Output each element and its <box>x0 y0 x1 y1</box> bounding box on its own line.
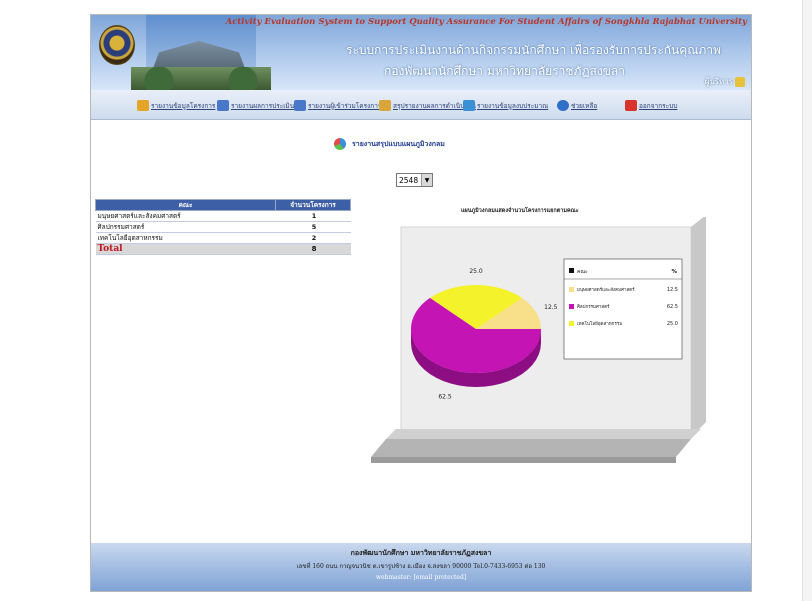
footer-address: เลขที่ 160 ถนน กาญจนวนิช ต.เขารูปช้าง อ.… <box>296 563 546 570</box>
total-label: Total <box>95 243 276 255</box>
nav-label: ช่วยเหลือ <box>571 101 598 110</box>
faculty-table: คณะ จำนวนโครงการ มนุษยศาสตร์และสังคมศาสต… <box>95 199 351 255</box>
thai-title-line1: ระบบการประเมินงานด้านกิจกรรมนักศึกษา เพื… <box>346 43 721 57</box>
project-count: 2 <box>275 232 351 244</box>
legend-value: 62.5 <box>667 304 678 310</box>
legend-label: เทคโนโลยีอุตสาหกรรม <box>577 320 622 327</box>
nav-summary-report[interactable]: สรุปรายงานผลการดำเนินงาน <box>379 98 476 113</box>
column-header-faculty: คณะ <box>95 199 276 211</box>
legend-value: 12.5 <box>667 287 678 293</box>
pie-chart-svg: 12.5 62.5 25.0 คณะ % มนุษยศาสตร์และสังคมศาสต… <box>371 215 706 463</box>
report-heading: รายงานสรุปแบบแผนภูมิวงกลม <box>334 138 445 150</box>
thai-title-line2: กองพัฒนานักศึกษา มหาวิทยาลัยราชภัฏสงขลา <box>384 64 625 78</box>
participants-icon <box>294 100 306 111</box>
chart-title: แผนภูมิวงกลมแสดงจำนวนโครงการแยกตามคณะ <box>461 208 579 214</box>
help-icon <box>557 100 569 111</box>
footer-webmaster: webmaster: [email protected] <box>375 574 467 581</box>
logout-icon <box>625 100 637 111</box>
pie-data-label: 62.5 <box>438 394 452 401</box>
report-icon <box>137 100 149 111</box>
legend-value: 25.0 <box>667 321 678 327</box>
table-header-row: คณะ จำนวนโครงการ <box>95 199 351 211</box>
chart-legend: คณะ % มนุษยศาสตร์และสังคมศาสตร์ 12.5 ศิลปกรร… <box>563 258 683 360</box>
lock-icon <box>735 76 745 87</box>
legend-swatch <box>569 287 574 292</box>
column-header-count: จำนวนโครงการ <box>275 199 351 211</box>
total-row: Total 8 <box>95 243 351 255</box>
header-banner: Activity Evaluation System to Support Qu… <box>91 15 751 90</box>
chart-platform-top <box>386 429 701 439</box>
navigation-bar: รายงานข้อมูลโครงการ รายงานผลการประเมิน ร… <box>91 90 751 120</box>
nav-participants-report[interactable]: รายงานผู้เข้าร่วมโครงการ <box>294 98 381 113</box>
legend-swatch <box>569 321 574 326</box>
page-background: Activity Evaluation System to Support Qu… <box>0 0 812 601</box>
vertical-scrollbar[interactable] <box>802 0 812 601</box>
chart-platform-edge <box>371 457 676 463</box>
evaluation-icon <box>217 100 229 111</box>
trees-image <box>131 67 271 90</box>
nav-label: รายงานผลการประเมิน <box>231 101 295 110</box>
nav-label: รายงานข้อมูลงบประมาณ <box>477 101 549 110</box>
table-row: เทคโนโลยีอุตสาหกรรม 2 <box>95 232 351 244</box>
chart-side-wall <box>691 215 706 437</box>
total-value: 8 <box>275 243 351 255</box>
legend-label: ศิลปกรรมศาสตร์ <box>577 303 610 310</box>
nav-logout[interactable]: ออกจากระบบ <box>625 98 677 113</box>
dropdown-arrow-icon[interactable]: ▼ <box>421 174 432 186</box>
report-title: รายงานสรุปแบบแผนภูมิวงกลม <box>352 139 445 148</box>
main-frame: Activity Evaluation System to Support Qu… <box>90 14 752 592</box>
faculty-name: ศิลปกรรมศาสตร์ <box>95 221 276 233</box>
year-value: 2548 <box>399 175 419 185</box>
pie-chart-area: 12.5 62.5 25.0 คณะ% มนุษยศาสตร์และสังคมศาสต… <box>366 215 706 477</box>
pie-data-label: 25.0 <box>469 268 483 275</box>
admin-indicator: ผู้บริหาร <box>705 75 745 88</box>
legend-header-percent: % <box>671 269 677 275</box>
nav-budget-report[interactable]: รายงานข้อมูลงบประมาณ <box>463 98 548 113</box>
project-count: 5 <box>275 221 351 233</box>
legend-header-swatch <box>569 268 574 273</box>
pie-data-label: 12.5 <box>544 304 558 311</box>
nav-label: รายงานข้อมูลโครงการ <box>151 101 216 110</box>
main-content: รายงานสรุปแบบแผนภูมิวงกลม 2548 ▼ คณะ จำน… <box>91 121 751 541</box>
footer: กองพัฒนานักศึกษา มหาวิทยาลัยราชภัฏสงขลา … <box>91 543 751 591</box>
nav-project-report[interactable]: รายงานข้อมูลโครงการ <box>137 98 215 113</box>
year-select[interactable]: 2548 ▼ <box>396 173 433 187</box>
table-row: ศิลปกรรมศาสตร์ 5 <box>95 221 351 233</box>
chart-platform-front <box>371 439 691 457</box>
nav-evaluation-report[interactable]: รายงานผลการประเมิน <box>217 98 294 113</box>
footer-org: กองพัฒนานักศึกษา มหาวิทยาลัยราชภัฏสงขลา <box>350 549 492 557</box>
nav-help[interactable]: ช่วยเหลือ <box>557 98 597 113</box>
nav-label: รายงานผู้เข้าร่วมโครงการ <box>308 101 382 110</box>
legend-swatch <box>569 304 574 309</box>
english-title: Activity Evaluation System to Support Qu… <box>225 17 747 27</box>
legend-label: มนุษยศาสตร์และสังคมศาสตร์ <box>577 286 635 293</box>
nav-label: ออกจากระบบ <box>639 101 678 110</box>
university-seal-icon <box>99 25 135 65</box>
project-count: 1 <box>275 210 351 222</box>
legend-header-label: คณะ <box>577 269 588 275</box>
table-row: มนุษยศาสตร์และสังคมศาสตร์ 1 <box>95 210 351 222</box>
pie-chart-icon <box>334 138 346 150</box>
summary-icon <box>379 100 391 111</box>
admin-label: ผู้บริหาร <box>704 77 733 86</box>
budget-icon <box>463 100 475 111</box>
faculty-name: เทคโนโลยีอุตสาหกรรม <box>95 232 276 244</box>
faculty-name: มนุษยศาสตร์และสังคมศาสตร์ <box>95 210 276 222</box>
